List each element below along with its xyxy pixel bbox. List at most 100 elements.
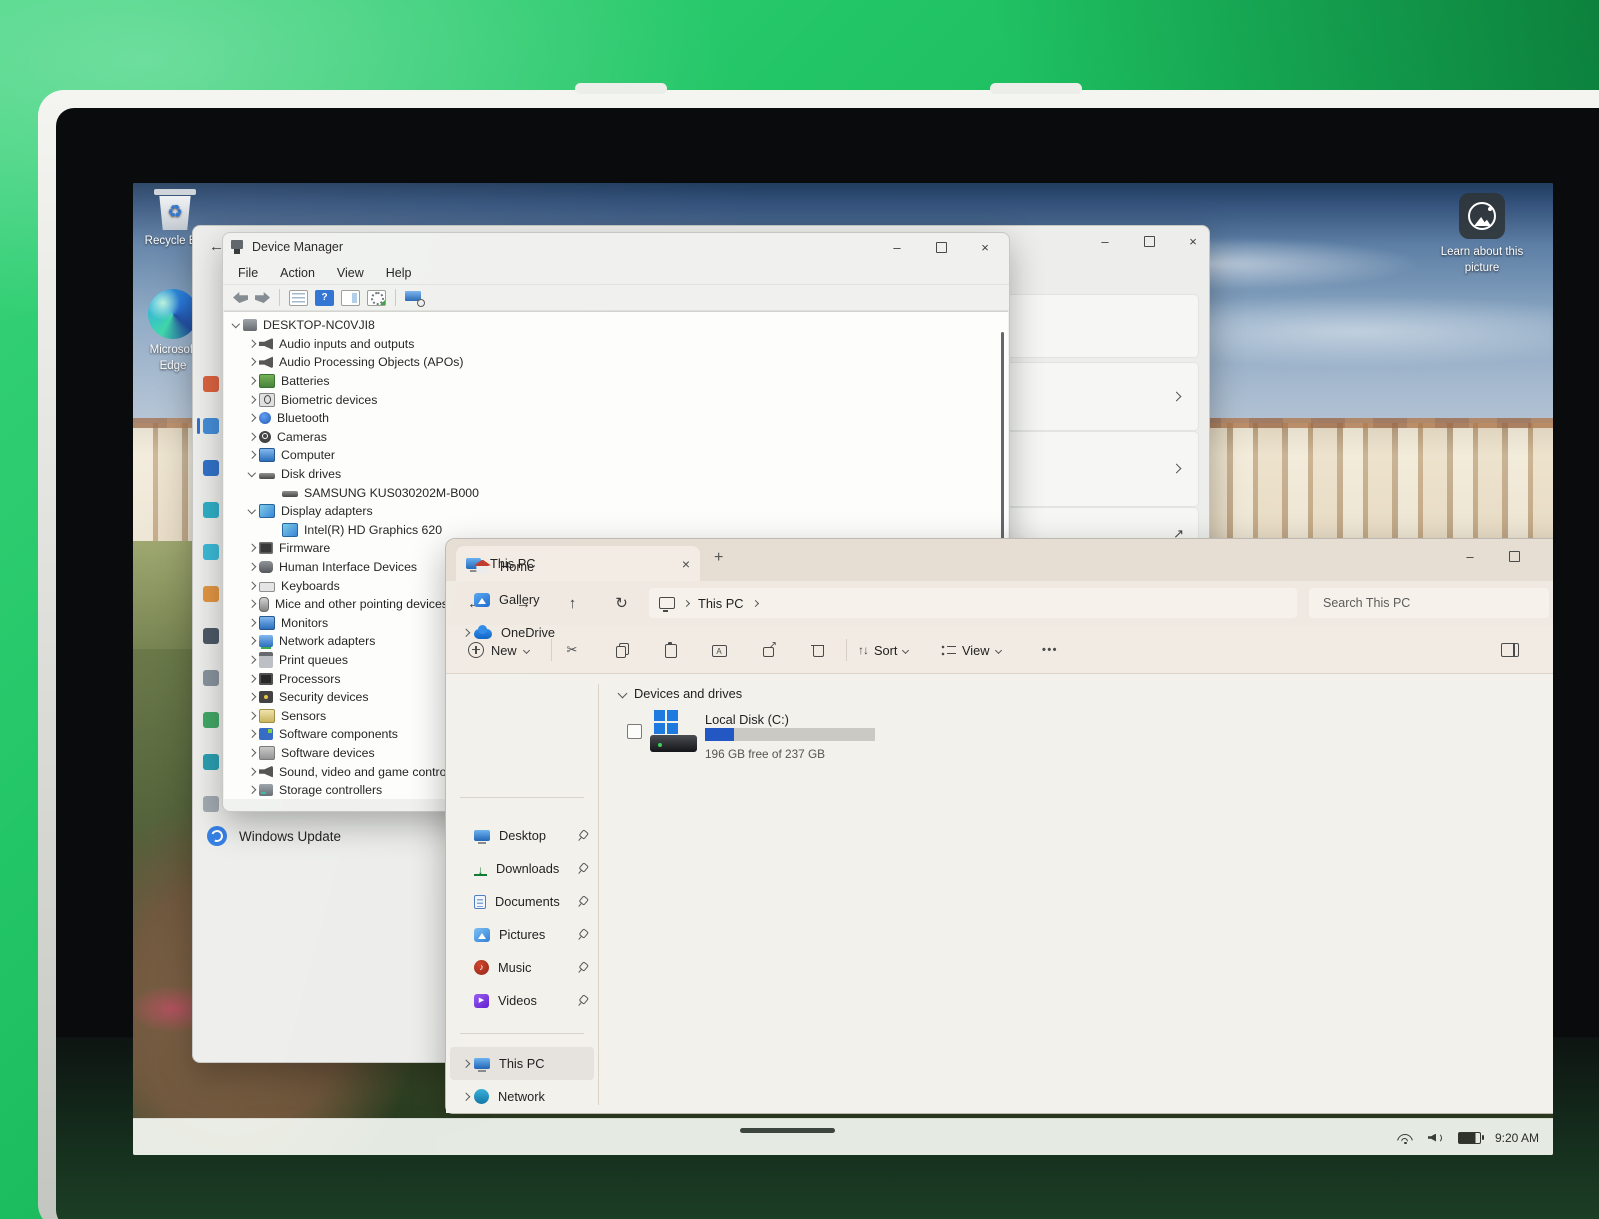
sidebar-item-windows-update[interactable]: Windows Update [207,826,341,846]
settings-accounts-icon[interactable] [203,628,219,644]
tree-chevron-icon[interactable] [245,746,259,760]
breadcrumb-item[interactable]: This PC [698,596,744,611]
sidebar-item[interactable]: Documents [450,885,594,918]
drive-name[interactable]: Local Disk (C:) [705,712,789,727]
tree-chevron-icon[interactable] [245,672,259,686]
chevron-right-icon[interactable] [460,1090,474,1104]
settings-system-icon[interactable] [203,418,219,434]
more-options-button[interactable]: ••• [1038,638,1062,662]
volume-icon[interactable] [1428,1132,1444,1144]
view-button[interactable]: View [941,638,1002,662]
search-input[interactable] [1321,595,1525,611]
menu-item[interactable]: Help [375,266,423,280]
tree-chevron-icon[interactable] [245,430,259,444]
desktop-icon-learn-about-picture[interactable]: Learn about this picture [1432,193,1532,276]
show-list-icon[interactable] [289,289,308,306]
forward-icon[interactable] [255,292,270,303]
maximize-button[interactable] [919,234,963,260]
tree-item[interactable]: SAMSUNG KUS030202M-B000 [224,483,1000,502]
tree-chevron-icon[interactable] [229,318,243,332]
section-devices-and-drives[interactable]: Devices and drives [617,686,742,701]
menu-item[interactable]: View [326,266,375,280]
tree-chevron-icon[interactable] [245,467,259,481]
tree-chevron-icon[interactable] [245,374,259,388]
tree-chevron-icon[interactable] [245,616,259,630]
sidebar-item[interactable]: Network [450,1080,594,1113]
sidebar-item[interactable]: Videos [450,984,594,1017]
chevron-right-icon[interactable] [460,1057,474,1071]
back-icon[interactable] [233,292,248,303]
rename-button[interactable] [707,638,731,662]
tree-chevron-icon[interactable] [245,690,259,704]
sidebar-item[interactable]: Gallery [450,583,594,616]
close-button[interactable]: × [1171,228,1215,254]
system-tray[interactable]: 9:20 AM [1396,1119,1539,1155]
tree-item[interactable]: Batteries [224,372,1000,391]
settings-gaming-icon[interactable] [203,712,219,728]
properties-icon[interactable] [341,289,360,306]
settings-network-internet-icon[interactable] [203,502,219,518]
close-tab-icon[interactable]: × [682,556,690,572]
taskbar-gesture-bar[interactable] [740,1128,835,1133]
sidebar-item[interactable]: Desktop [450,819,594,852]
share-button[interactable] [757,638,781,662]
details-pane-button[interactable] [1498,638,1522,662]
update-driver-icon[interactable] [367,289,386,306]
tree-chevron-icon[interactable] [245,337,259,351]
battery-icon[interactable] [1457,1131,1484,1144]
sidebar-item[interactable]: Home [450,550,594,583]
wifi-icon[interactable] [1396,1131,1414,1144]
menu-item[interactable]: Action [269,266,326,280]
tree-chevron-icon[interactable] [245,579,259,593]
new-tab-button[interactable]: + [714,549,723,567]
tree-item[interactable]: Audio Processing Objects (APOs) [224,353,1000,372]
settings-privacy-icon[interactable] [203,796,219,812]
settings-time-language-icon[interactable] [203,670,219,686]
item-checkbox[interactable] [627,724,642,739]
tree-chevron-icon[interactable] [245,783,259,797]
settings-personalization-icon[interactable] [203,544,219,560]
help-icon[interactable] [315,289,334,306]
tree-chevron-icon[interactable] [245,411,259,425]
settings-home-icon[interactable] [203,376,219,392]
scan-hardware-icon[interactable] [405,290,425,307]
minimize-button[interactable]: – [1083,228,1127,254]
tree-item[interactable]: Computer [224,446,1000,465]
maximize-button[interactable] [1492,543,1536,569]
chevron-right-icon[interactable] [460,560,474,574]
tree-chevron-icon[interactable] [245,653,259,667]
minimize-button[interactable]: – [875,234,919,260]
sidebar-item[interactable]: This PC [450,1047,594,1080]
tree-item[interactable]: Display adapters [224,502,1000,521]
tree-item[interactable]: Cameras [224,428,1000,447]
tree-chevron-icon[interactable] [245,597,259,611]
tree-item[interactable]: Audio inputs and outputs [224,335,1000,354]
tree-chevron-icon[interactable] [245,560,259,574]
delete-button[interactable] [806,638,830,662]
tree-chevron-icon[interactable] [245,765,259,779]
tree-item[interactable]: Bluetooth [224,409,1000,428]
sort-button[interactable]: ↑↓ Sort [858,638,910,662]
tree-chevron-icon[interactable] [245,448,259,462]
sidebar-item[interactable]: Music [450,951,594,984]
close-button[interactable]: × [963,234,1007,260]
breadcrumb[interactable]: This PC [649,588,1297,618]
tree-chevron-icon[interactable] [245,541,259,555]
copy-button[interactable] [610,638,634,662]
tree-chevron-icon[interactable] [245,355,259,369]
tree-item[interactable]: Biometric devices [224,390,1000,409]
tree-chevron-icon[interactable] [245,393,259,407]
settings-bluetooth-devices-icon[interactable] [203,460,219,476]
sidebar-item[interactable]: Pictures [450,918,594,951]
clock[interactable]: 9:20 AM [1495,1131,1539,1145]
chevron-right-icon[interactable] [460,626,474,640]
tree-chevron-icon[interactable] [245,709,259,723]
minimize-button[interactable]: – [1448,543,1492,569]
settings-accessibility-icon[interactable] [203,754,219,770]
tree-item[interactable]: Disk drives [224,465,1000,484]
paste-button[interactable] [658,638,682,662]
settings-apps-icon[interactable] [203,586,219,602]
tree-chevron-icon[interactable] [245,634,259,648]
chevron-right-icon[interactable] [460,593,474,607]
refresh-icon[interactable]: ↻ [597,589,646,617]
